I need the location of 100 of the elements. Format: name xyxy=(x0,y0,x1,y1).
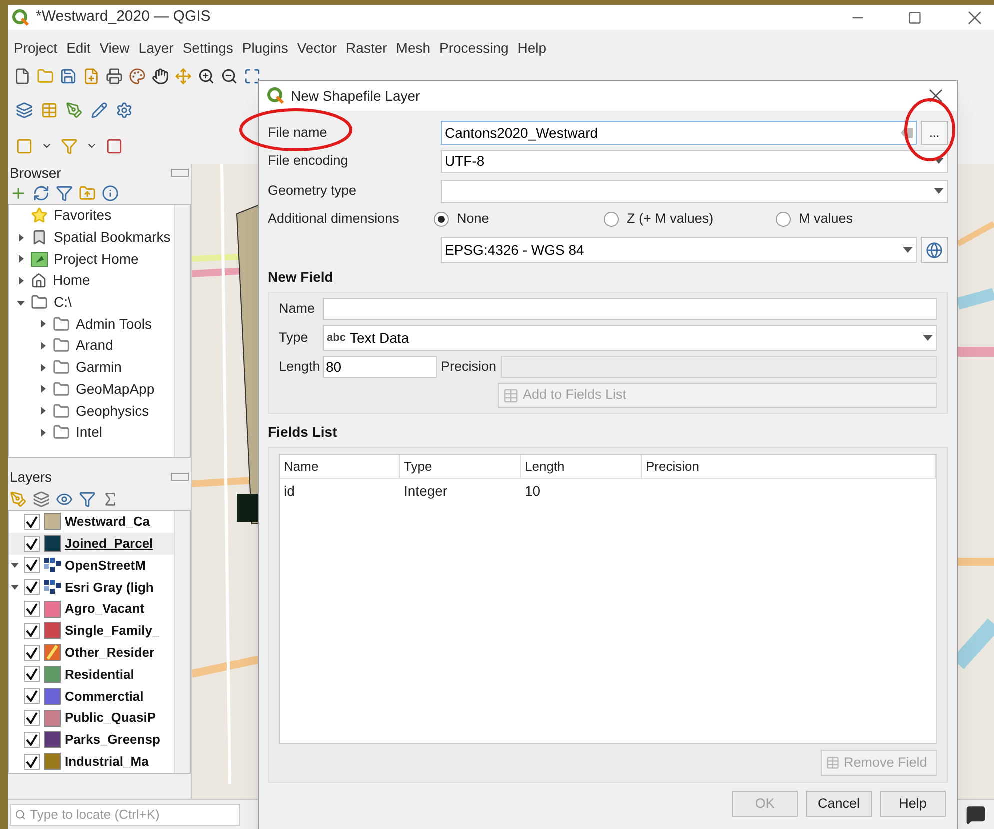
dialog-button[interactable]: Help xyxy=(880,791,946,817)
settings-icon[interactable] xyxy=(116,102,133,118)
digitize-icon[interactable] xyxy=(66,102,83,118)
clear-icon[interactable] xyxy=(901,128,913,138)
layer-checkbox[interactable] xyxy=(24,666,40,682)
browser-item[interactable]: Geophysics xyxy=(76,400,150,422)
close-icon[interactable] xyxy=(968,10,982,24)
collapsed-arrow-icon[interactable] xyxy=(39,428,47,437)
menu-item[interactable]: Project xyxy=(14,38,58,58)
layer-checkbox[interactable] xyxy=(24,622,40,639)
file-name-input[interactable]: Cantons2020_Westward xyxy=(445,122,901,144)
expanded-arrow-icon[interactable] xyxy=(11,561,19,570)
menu-item[interactable]: Edit xyxy=(66,38,91,58)
column-header[interactable]: Precision xyxy=(642,455,936,478)
collapsed-arrow-icon[interactable] xyxy=(39,407,47,416)
menu-item[interactable]: Settings xyxy=(182,38,234,58)
collapsed-arrow-icon[interactable] xyxy=(39,364,47,372)
printer-icon[interactable] xyxy=(106,68,123,84)
new-file-icon[interactable] xyxy=(14,68,31,84)
pan-hand-icon[interactable] xyxy=(152,68,169,84)
zoom-out-icon[interactable] xyxy=(221,68,238,84)
filter-icon[interactable] xyxy=(56,184,73,202)
column-header[interactable]: Type xyxy=(400,455,521,478)
locator-search-field[interactable]: Type to locate (Ctrl+K) xyxy=(10,804,240,826)
scrollbar[interactable] xyxy=(174,511,190,773)
dropdown-arrow-icon[interactable] xyxy=(934,188,944,194)
type-dropdown[interactable]: abc Text Data xyxy=(323,325,937,351)
browser-item[interactable]: C:\ xyxy=(54,292,72,314)
layer-checkbox[interactable] xyxy=(24,732,40,748)
save-icon[interactable] xyxy=(60,68,77,84)
menu-item[interactable]: Raster xyxy=(346,38,388,58)
browser-item[interactable]: Spatial Bookmarks xyxy=(54,227,171,248)
crs-selector-button[interactable] xyxy=(921,237,948,263)
layer-checkbox[interactable] xyxy=(24,601,40,618)
menu-item[interactable]: Plugins xyxy=(242,38,288,58)
collapsed-arrow-icon[interactable] xyxy=(17,255,25,264)
maximize-icon[interactable] xyxy=(908,10,922,24)
browser-item[interactable]: Favorites xyxy=(54,205,112,226)
dialog-button[interactable]: Cancel xyxy=(806,791,872,817)
refresh-icon[interactable] xyxy=(33,184,50,202)
menu-item[interactable]: Mesh xyxy=(396,38,431,58)
layers-icon[interactable] xyxy=(33,490,50,508)
layer-name[interactable]: Single_Family_ xyxy=(65,621,160,641)
zoom-in-icon[interactable] xyxy=(198,68,215,84)
info-icon[interactable] xyxy=(102,184,119,202)
menu-item[interactable]: Help xyxy=(518,38,547,58)
collapsed-arrow-icon[interactable] xyxy=(17,234,25,242)
layer-checkbox[interactable] xyxy=(24,710,40,726)
menu-item[interactable]: View xyxy=(100,38,130,58)
layer-name[interactable]: Westward_Ca xyxy=(65,512,150,532)
browser-item[interactable]: Arand xyxy=(76,335,114,356)
file-name-field[interactable]: Cantons2020_Westward xyxy=(441,121,917,145)
palette-icon[interactable] xyxy=(129,68,146,84)
layer-name[interactable]: Esri Gray (ligh xyxy=(65,578,154,598)
radio-button[interactable] xyxy=(604,212,619,226)
layer-checkbox[interactable] xyxy=(24,754,40,770)
file-plus-icon[interactable] xyxy=(83,68,100,84)
expanded-arrow-icon[interactable] xyxy=(11,583,19,592)
layer-name[interactable]: Industrial_Ma xyxy=(65,752,149,772)
menu-item[interactable]: Processing xyxy=(440,38,509,58)
radio-button[interactable] xyxy=(434,212,449,226)
messages-icon[interactable] xyxy=(966,804,986,824)
deselect-icon[interactable] xyxy=(106,138,123,154)
browser-item[interactable]: Admin Tools xyxy=(76,314,152,335)
collapsed-arrow-icon[interactable] xyxy=(39,320,47,328)
layer-checkbox[interactable] xyxy=(24,688,40,704)
layer-name[interactable]: Commerctial xyxy=(65,686,144,706)
radio-button[interactable] xyxy=(776,212,791,226)
zoom-extent-icon[interactable] xyxy=(244,68,261,84)
layer-checkbox[interactable] xyxy=(24,579,40,596)
browser-item[interactable]: Project Home xyxy=(54,248,139,270)
browser-item[interactable]: GeoMapApp xyxy=(76,378,155,400)
collapsed-arrow-icon[interactable] xyxy=(39,385,47,394)
browser-item[interactable]: Garmin xyxy=(76,357,122,378)
collapsed-arrow-icon[interactable] xyxy=(39,342,47,350)
collapsed-arrow-icon[interactable] xyxy=(17,276,25,285)
layers-icon[interactable] xyxy=(16,102,33,118)
locator-input[interactable]: Type to locate (Ctrl+K) xyxy=(30,804,235,824)
layer-name[interactable]: Parks_Greensp xyxy=(65,730,160,750)
layer-name[interactable]: Residential xyxy=(65,664,134,684)
dropdown-arrow-icon[interactable] xyxy=(934,158,944,164)
close-icon[interactable] xyxy=(929,89,943,103)
menu-item[interactable]: Layer xyxy=(138,38,174,58)
layer-checkbox[interactable] xyxy=(24,514,40,530)
crs-dropdown[interactable]: EPSG:4326 - WGS 84 xyxy=(441,237,917,263)
name-input-field[interactable] xyxy=(323,298,937,320)
layer-checkbox[interactable] xyxy=(24,644,40,661)
pencil-icon[interactable] xyxy=(91,102,108,118)
column-header[interactable]: Length xyxy=(521,455,642,478)
layer-checkbox[interactable] xyxy=(24,557,40,574)
browser-item[interactable]: Intel xyxy=(76,422,102,444)
browse-button[interactable]: ... xyxy=(921,121,948,145)
layer-name[interactable]: Agro_Vacant xyxy=(65,599,144,619)
layer-name[interactable]: OpenStreetM xyxy=(65,556,146,576)
layer-checkbox[interactable] xyxy=(24,536,40,552)
expanded-arrow-icon[interactable] xyxy=(17,298,25,307)
dropdown-arrow-icon[interactable] xyxy=(923,335,933,341)
layer-name[interactable]: Other_Resider xyxy=(65,642,155,662)
dropdown-arrow-icon[interactable] xyxy=(903,247,913,253)
encoding-dropdown[interactable]: UTF-8 xyxy=(441,150,948,172)
